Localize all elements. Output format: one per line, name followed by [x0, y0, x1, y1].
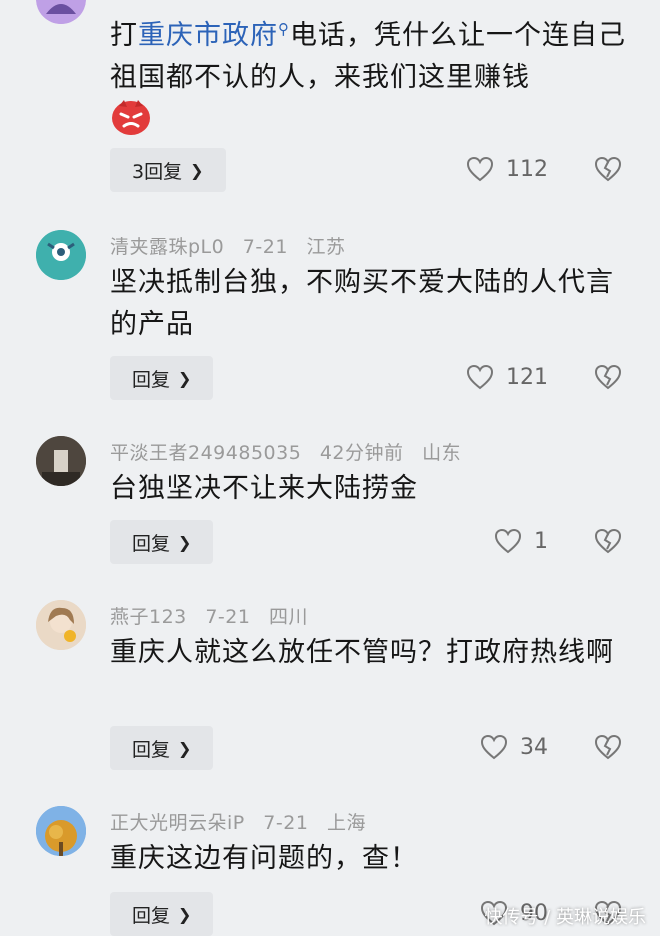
chevron-right-icon: ❯ — [178, 738, 192, 758]
dislike-button[interactable] — [594, 734, 622, 764]
heart-outline-icon — [480, 734, 508, 760]
comment-text: 重庆人就这么放任不管吗？打政府热线啊 — [110, 637, 614, 668]
like-count: 121 — [506, 364, 548, 390]
avatar[interactable] — [36, 0, 86, 24]
avatar[interactable] — [36, 436, 86, 486]
reply-button[interactable]: 回复 ❯ — [110, 356, 214, 400]
comment-meta: 燕子123 7-21 四川 — [110, 602, 308, 629]
comment-date: 42分钟前 — [319, 442, 404, 464]
broken-heart-icon — [594, 528, 622, 554]
like-button[interactable]: 1 — [494, 528, 548, 554]
reply-button[interactable]: 3回复 ❯ — [110, 148, 226, 192]
search-icon: ⚲ — [278, 20, 290, 38]
comment-date: 7-21 — [242, 236, 288, 258]
author-name[interactable]: 清夹露珠pL0 — [110, 236, 224, 258]
avatar[interactable] — [36, 230, 86, 280]
like-button[interactable]: 121 — [466, 364, 548, 390]
comment-text: 打重庆市政府⚲电话，凭什么让一个连自己祖国都不认的人，来我们这里赚钱 — [110, 20, 626, 93]
comment-meta: 清夹露珠pL0 7-21 江苏 — [110, 232, 345, 259]
heart-outline-icon — [494, 528, 522, 554]
author-name[interactable]: 平淡王者249485035 — [110, 442, 301, 464]
comment-location: 上海 — [326, 812, 366, 834]
heart-outline-icon — [466, 156, 494, 182]
comment-location: 江苏 — [306, 236, 346, 258]
avatar[interactable] — [36, 600, 86, 650]
comment-location: 山东 — [422, 442, 462, 464]
avatar[interactable] — [36, 806, 86, 856]
chevron-right-icon: ❯ — [190, 160, 204, 180]
heart-outline-icon — [466, 364, 494, 390]
like-count: 112 — [506, 156, 548, 182]
angry-emoji-icon — [110, 96, 152, 136]
broken-heart-icon — [594, 734, 622, 760]
comment-meta: 平淡王者249485035 42分钟前 山东 — [110, 438, 461, 465]
watermark: 快传号 / 英琳说娱乐 — [484, 907, 646, 928]
like-button[interactable]: 112 — [466, 156, 548, 182]
comment-date: 7-21 — [205, 606, 251, 628]
reply-button[interactable]: 回复 ❯ — [110, 726, 214, 770]
reply-button[interactable]: 回复 ❯ — [110, 892, 214, 936]
comment-location: 四川 — [268, 606, 308, 628]
reply-button[interactable]: 回复 ❯ — [110, 520, 214, 564]
dislike-button[interactable] — [594, 156, 622, 186]
chevron-right-icon: ❯ — [178, 368, 192, 388]
dislike-button[interactable] — [594, 528, 622, 558]
search-link[interactable]: 重庆市政府⚲ — [138, 20, 290, 51]
broken-heart-icon — [594, 364, 622, 390]
like-count: 34 — [520, 734, 548, 760]
author-name[interactable]: 燕子123 — [110, 606, 187, 628]
comment-date: 7-21 — [263, 812, 309, 834]
dislike-button[interactable] — [594, 364, 622, 394]
chevron-right-icon: ❯ — [178, 532, 192, 552]
comment-meta: 正大光明云朵iP 7-21 上海 — [110, 808, 366, 835]
like-count: 1 — [534, 528, 548, 554]
author-name[interactable]: 正大光明云朵iP — [110, 812, 245, 834]
like-button[interactable]: 34 — [480, 734, 548, 760]
comment-text: 台独坚决不让来大陆捞金 — [110, 473, 418, 504]
comment-text: 坚决抵制台独，不购买不爱大陆的人代言的产品 — [110, 267, 614, 340]
comment-text: 重庆这边有问题的，查！ — [110, 843, 418, 874]
chevron-right-icon: ❯ — [178, 904, 192, 924]
broken-heart-icon — [594, 156, 622, 182]
